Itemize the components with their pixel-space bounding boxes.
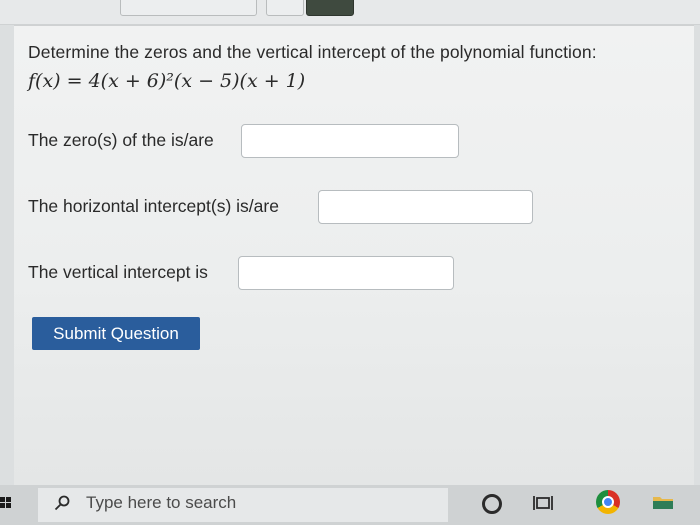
zeros-input[interactable] <box>241 124 459 158</box>
windows-taskbar: Type here to search <box>0 485 700 525</box>
toolbar-button[interactable] <box>266 0 304 16</box>
horizontal-intercept-input[interactable] <box>318 190 533 224</box>
polynomial-formula: f(x) = 4(x + 6)²(x − 5)(x + 1) <box>28 70 306 92</box>
zeros-label: The zero(s) of the is/are <box>28 130 214 150</box>
search-placeholder[interactable]: Type here to search <box>86 493 236 513</box>
task-view-icon[interactable] <box>532 493 554 513</box>
horizontal-intercept-label: The horizontal intercept(s) is/are <box>28 196 279 216</box>
file-explorer-icon[interactable] <box>652 494 674 510</box>
question-prompt: Determine the zeros and the vertical int… <box>28 42 597 62</box>
windows-start-icon[interactable] <box>0 497 12 509</box>
toolbar-button-dark[interactable] <box>306 0 354 16</box>
top-toolbar <box>0 0 700 25</box>
cortana-icon[interactable] <box>482 494 502 514</box>
toolbar-button[interactable] <box>120 0 257 16</box>
vertical-intercept-input[interactable] <box>238 256 454 290</box>
search-icon <box>54 495 70 511</box>
question-panel: Determine the zeros and the vertical int… <box>14 25 694 486</box>
submit-question-button[interactable]: Submit Question <box>32 317 200 350</box>
chrome-icon[interactable] <box>596 490 620 514</box>
vertical-intercept-label: The vertical intercept is <box>28 262 208 282</box>
